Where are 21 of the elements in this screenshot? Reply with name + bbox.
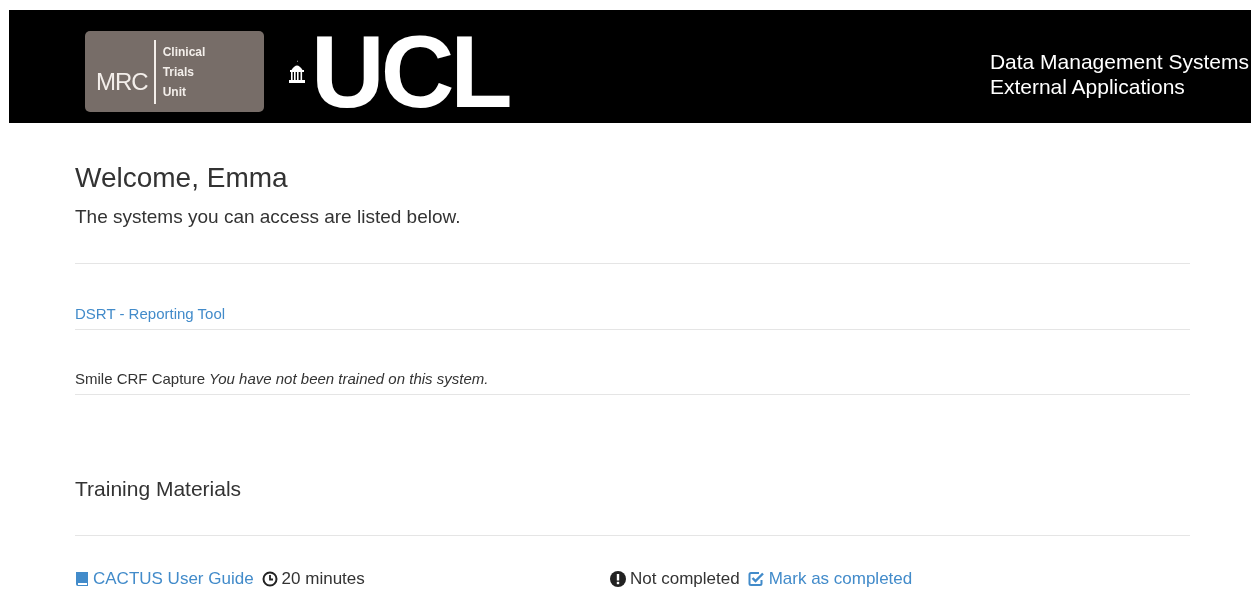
mark-completed-link[interactable]: Mark as completed <box>768 569 913 589</box>
checkbox-icon <box>747 571 765 587</box>
training-note: You have not been trained on this system. <box>209 370 489 387</box>
ucl-logo: UCL <box>311 21 509 123</box>
section-heading: Training Materials <box>75 476 243 502</box>
logo-text: Clinical <box>162 43 206 61</box>
app-title: External Applications <box>989 74 1186 99</box>
system-name: Smile CRF Capture <box>75 370 206 387</box>
duration-text: 20 minutes <box>281 569 365 589</box>
clock-icon <box>261 571 278 587</box>
system-link[interactable]: DSRT - Reporting Tool <box>75 305 226 322</box>
app-title: Data Management Systems <box>989 49 1249 74</box>
intro-text: The systems you can access are listed below. <box>75 205 461 229</box>
welcome-heading: Welcome, Emma <box>75 161 289 195</box>
logo-text: Unit <box>162 83 187 101</box>
exclamation-icon <box>610 571 626 587</box>
book-icon <box>75 571 89 587</box>
logo-text: Trials <box>162 63 195 81</box>
status-text: Not completed <box>630 569 740 589</box>
logo-acronym: MRC <box>96 67 148 96</box>
guide-link[interactable]: CACTUS User Guide <box>93 569 254 589</box>
